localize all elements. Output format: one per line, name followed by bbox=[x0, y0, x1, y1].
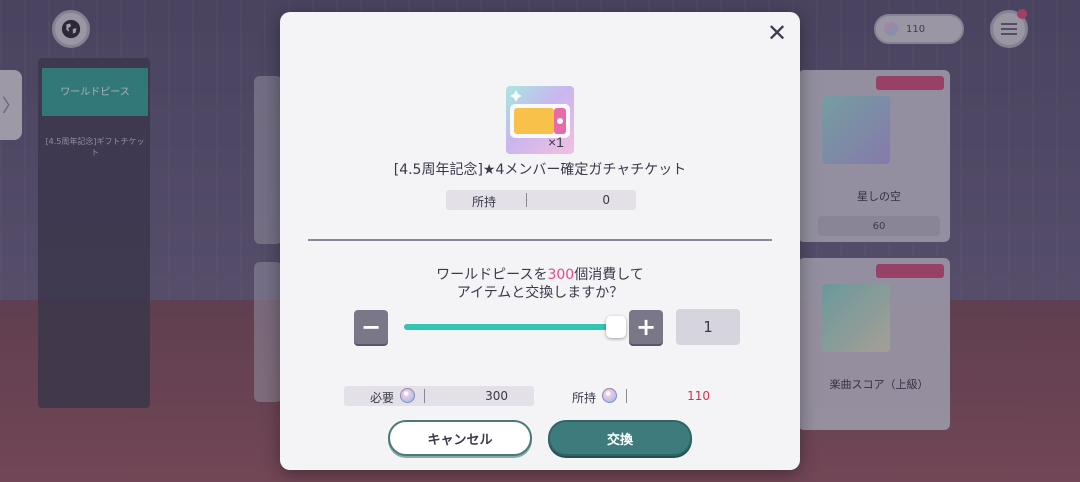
close-button[interactable]: ✕ bbox=[762, 18, 792, 48]
world-piece-icon bbox=[602, 388, 617, 403]
owned-currency-label: 所持 bbox=[572, 391, 597, 405]
quantity-slider[interactable] bbox=[404, 316, 626, 338]
confirm-line-2: アイテムと交換しますか？ bbox=[456, 285, 624, 301]
confirm-message: ワールドピースを300個消費して アイテムと交換しますか？ bbox=[280, 266, 800, 302]
slider-handle[interactable] bbox=[606, 316, 626, 338]
required-label: 必要 bbox=[370, 391, 395, 405]
decrease-button[interactable]: − bbox=[354, 310, 388, 344]
separator bbox=[424, 389, 425, 403]
owned-currency-value: 110 bbox=[687, 389, 710, 403]
separator bbox=[526, 193, 527, 207]
exchange-button[interactable]: 交換 bbox=[548, 420, 692, 456]
world-piece-icon bbox=[400, 388, 415, 403]
owned-count-box: 所持 0 bbox=[446, 190, 636, 210]
ticket-quantity: ×1 bbox=[548, 134, 564, 150]
item-title: [4.5周年記念]★4メンバー確定ガチャチケット bbox=[393, 162, 687, 178]
quantity-field[interactable]: 1 bbox=[676, 309, 740, 345]
divider bbox=[308, 239, 772, 241]
owned-label: 所持 bbox=[472, 195, 497, 209]
owned-value: 0 bbox=[602, 193, 610, 207]
separator bbox=[626, 389, 627, 403]
required-cost-box: 必要 300 bbox=[344, 386, 534, 406]
owned-currency-box: 所持 110 bbox=[552, 386, 732, 406]
confirm-amount: 300 bbox=[547, 267, 575, 283]
slider-fill bbox=[404, 324, 616, 330]
exchange-dialog: ✕ ×1 [4.5周年記念]★4メンバー確定ガチャチケット 所持 0 ワールドピ… bbox=[280, 12, 800, 470]
increase-button[interactable]: + bbox=[629, 310, 663, 344]
confirm-suffix: 個消費して bbox=[574, 267, 644, 283]
cancel-button[interactable]: キャンセル bbox=[388, 420, 532, 456]
required-value: 300 bbox=[485, 389, 508, 403]
confirm-prefix: ワールドピースを bbox=[436, 267, 548, 283]
